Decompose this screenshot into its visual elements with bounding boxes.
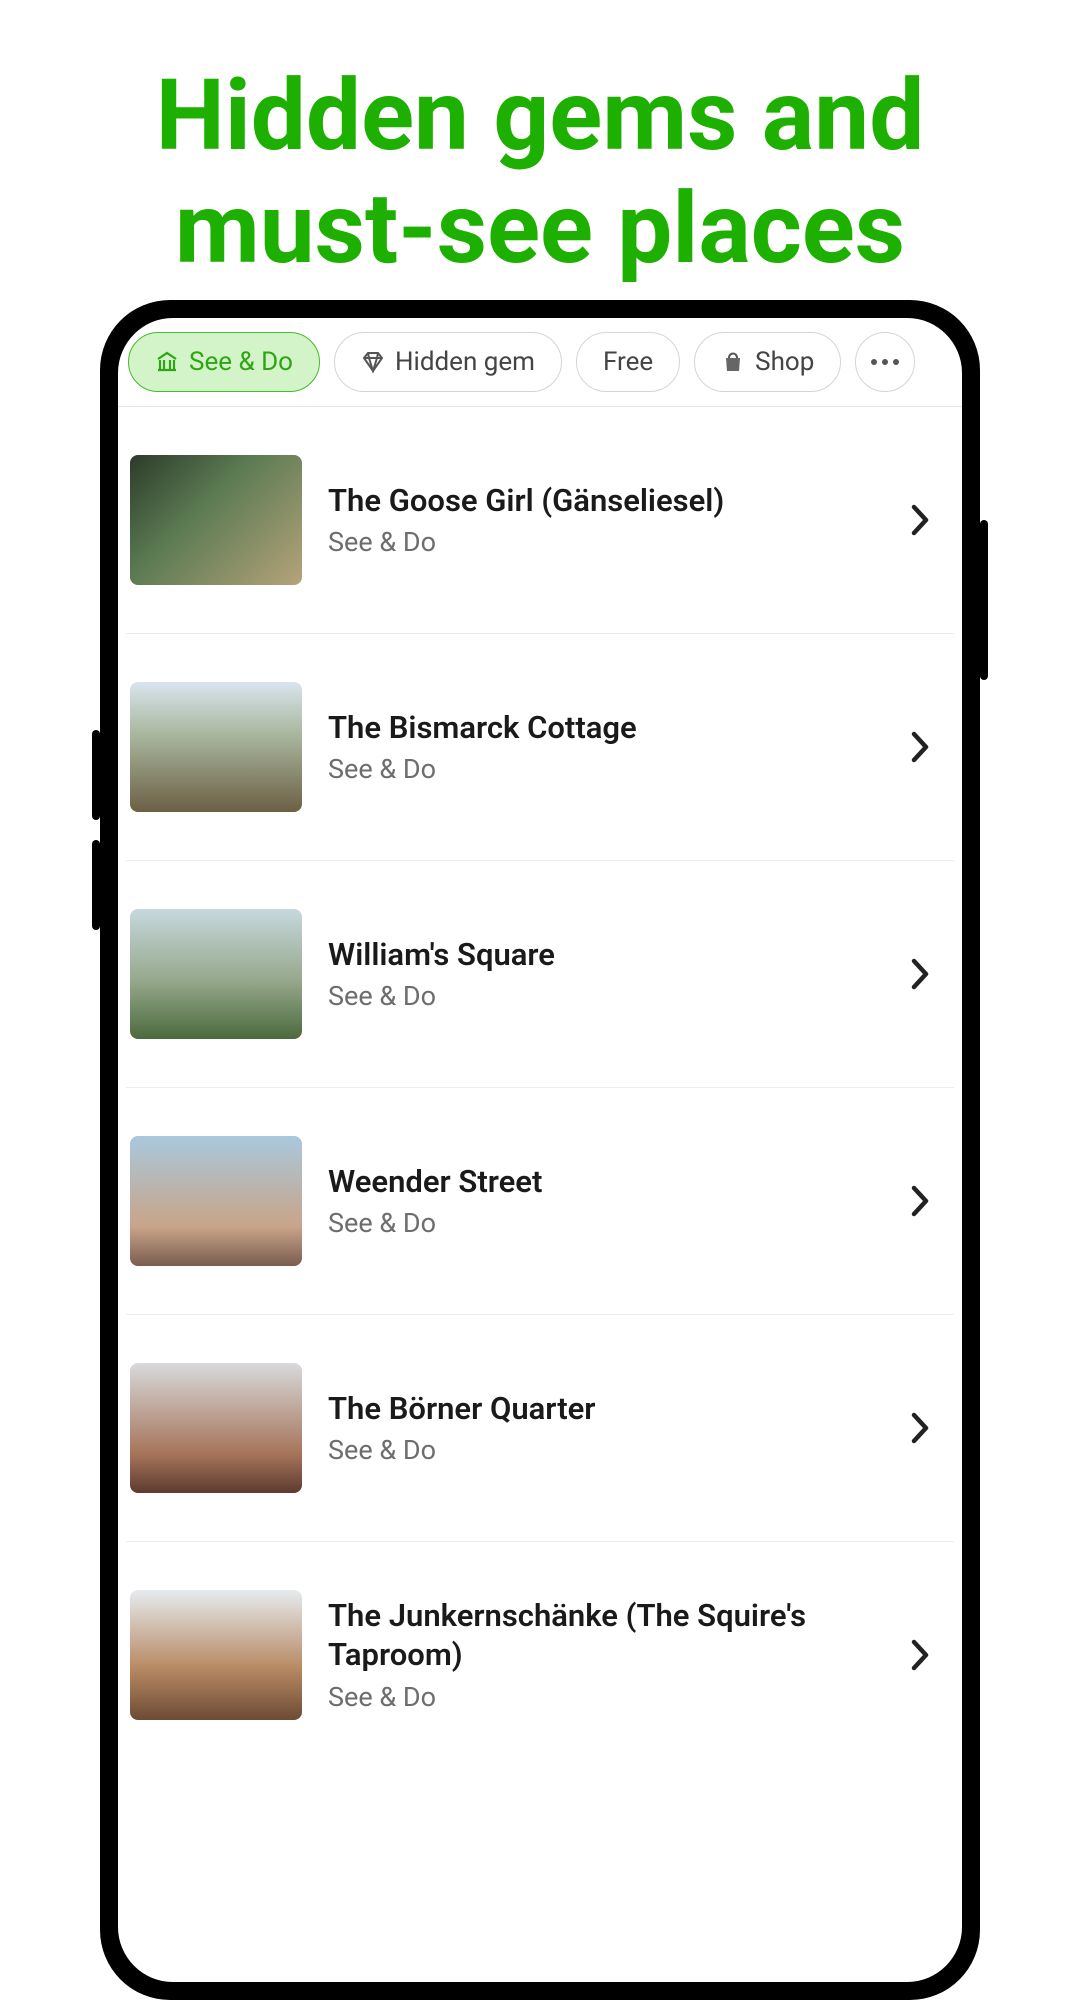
list-item[interactable]: The Bismarck Cottage See & Do <box>126 634 954 861</box>
filter-chip-shop[interactable]: Shop <box>694 332 841 392</box>
place-category: See & Do <box>328 1207 872 1239</box>
filter-chip-label: Shop <box>755 347 814 377</box>
chevron-right-icon <box>898 1406 942 1450</box>
place-thumbnail <box>130 1136 302 1266</box>
filter-chip-label: Free <box>603 347 653 377</box>
place-title: The Börner Quarter <box>328 1390 872 1429</box>
bag-icon <box>721 351 745 373</box>
place-category: See & Do <box>328 753 872 785</box>
places-list: The Goose Girl (Gänseliesel) See & Do Th… <box>118 407 962 1768</box>
filter-chip-label: Hidden gem <box>395 347 535 377</box>
place-category: See & Do <box>328 526 872 558</box>
place-thumbnail <box>130 1590 302 1720</box>
filter-chip-more[interactable] <box>855 332 915 392</box>
museum-icon <box>155 350 179 374</box>
diamond-icon <box>361 351 385 373</box>
list-item[interactable]: The Junkernschänke (The Squire's Taproom… <box>126 1542 954 1768</box>
chevron-right-icon <box>898 725 942 769</box>
filter-chip-label: See & Do <box>189 347 293 377</box>
list-item[interactable]: The Goose Girl (Gänseliesel) See & Do <box>126 407 954 634</box>
chevron-right-icon <box>898 1633 942 1677</box>
page-headline: Hidden gems and must-see places <box>0 0 1080 285</box>
filter-chip-free[interactable]: Free <box>576 332 680 392</box>
list-item[interactable]: The Börner Quarter See & Do <box>126 1315 954 1542</box>
device-frame: See & Do Hidden gem Free <box>100 300 980 2000</box>
place-category: See & Do <box>328 980 872 1012</box>
place-title: The Bismarck Cottage <box>328 709 872 748</box>
screen: See & Do Hidden gem Free <box>118 318 962 1982</box>
filter-chip-hidden-gem[interactable]: Hidden gem <box>334 332 562 392</box>
place-thumbnail <box>130 1363 302 1493</box>
list-item[interactable]: Weender Street See & Do <box>126 1088 954 1315</box>
place-thumbnail <box>130 455 302 585</box>
place-thumbnail <box>130 682 302 812</box>
list-item[interactable]: William's Square See & Do <box>126 861 954 1088</box>
filter-chip-see-do[interactable]: See & Do <box>128 332 320 392</box>
chevron-right-icon <box>898 498 942 542</box>
place-category: See & Do <box>328 1434 872 1466</box>
place-category: See & Do <box>328 1681 872 1713</box>
chevron-right-icon <box>898 1179 942 1223</box>
more-icon <box>871 359 899 365</box>
filter-bar: See & Do Hidden gem Free <box>118 318 962 407</box>
place-thumbnail <box>130 909 302 1039</box>
place-title: The Junkernschänke (The Squire's Taproom… <box>328 1597 872 1675</box>
place-title: The Goose Girl (Gänseliesel) <box>328 482 872 521</box>
place-title: William's Square <box>328 936 872 975</box>
chevron-right-icon <box>898 952 942 996</box>
place-title: Weender Street <box>328 1163 872 1202</box>
